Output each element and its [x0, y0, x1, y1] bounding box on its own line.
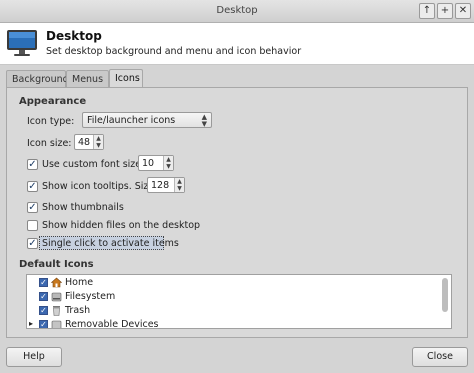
icon-type-select[interactable]: File/launcher icons ▲ ▼: [82, 112, 212, 128]
tooltip-size-spinner[interactable]: 128 ▲ ▼: [147, 177, 185, 193]
icon-type-value: File/launcher icons: [87, 115, 176, 126]
thumbnails-checkbox[interactable]: ✓: [27, 202, 38, 213]
list-item-trash[interactable]: Trash: [65, 305, 90, 316]
filesystem-checkbox[interactable]: ✓: [39, 292, 48, 301]
list-item-home[interactable]: Home: [65, 277, 93, 288]
trash-checkbox[interactable]: ✓: [39, 306, 48, 315]
list-item-removable-devices[interactable]: Removable Devices: [65, 319, 159, 328]
header-subtitle: Set desktop background and menu and icon…: [46, 46, 302, 57]
single-click-checkbox[interactable]: ✓: [27, 238, 38, 249]
spinner-arrows-icon[interactable]: ▲ ▼: [163, 156, 173, 170]
icon-type-label: Icon type:: [27, 116, 75, 127]
icon-size-value: 48: [78, 137, 91, 148]
list-item-filesystem[interactable]: Filesystem: [65, 291, 115, 302]
select-arrows-icon: ▲ ▼: [201, 113, 207, 128]
custom-font-label: Use custom font size:: [42, 159, 145, 170]
window-up-button[interactable]: ↑: [419, 3, 435, 19]
tab-background[interactable]: Background: [6, 70, 69, 88]
window-close-button[interactable]: ✕: [455, 3, 471, 19]
tab-menus[interactable]: Menus: [66, 70, 109, 88]
tooltip-size-value: 128: [151, 180, 170, 191]
single-click-focus[interactable]: Single click to activate items: [39, 236, 179, 250]
header-title: Desktop: [46, 29, 102, 43]
dialog-header: Desktop Set desktop background and menu …: [0, 23, 474, 65]
help-button[interactable]: Help: [6, 347, 62, 367]
title-bar: Desktop ↑ + ✕: [0, 0, 474, 23]
default-icons-section-title: Default Icons: [19, 259, 94, 270]
icons-panel: Appearance Icon type: File/launcher icon…: [6, 87, 468, 338]
window-maximize-button[interactable]: +: [437, 3, 453, 19]
spinner-arrows-icon[interactable]: ▲ ▼: [174, 178, 184, 192]
appearance-section-title: Appearance: [19, 96, 87, 107]
removable-drive-icon: [51, 319, 62, 328]
drive-icon: [51, 291, 62, 302]
hidden-files-checkbox[interactable]: [27, 220, 38, 231]
icon-size-spinner[interactable]: 48 ▲ ▼: [74, 134, 104, 150]
window-title: Desktop: [216, 5, 258, 16]
thumbnails-label: Show thumbnails: [42, 202, 124, 213]
custom-font-size-spinner[interactable]: 10 ▲ ▼: [138, 155, 174, 171]
default-icons-list[interactable]: ✓ Home ✓ Filesystem ✓ Trash ▸ ✓ Removabl…: [26, 274, 452, 329]
tab-icons[interactable]: Icons: [109, 69, 143, 89]
custom-font-size-value: 10: [142, 158, 155, 169]
list-scrollbar[interactable]: [442, 278, 448, 312]
single-click-label: Single click to activate items: [42, 238, 179, 249]
home-checkbox[interactable]: ✓: [39, 278, 48, 287]
custom-font-checkbox[interactable]: ✓: [27, 159, 38, 170]
expander-arrow-icon[interactable]: ▸: [29, 319, 33, 328]
hidden-files-label: Show hidden files on the desktop: [42, 220, 201, 231]
trash-icon: [51, 305, 62, 316]
tooltips-checkbox[interactable]: ✓: [27, 181, 38, 192]
home-icon: [50, 277, 63, 288]
close-button[interactable]: Close: [412, 347, 468, 367]
monitor-icon: [6, 28, 38, 61]
icon-size-label: Icon size:: [27, 138, 72, 149]
spinner-arrows-icon[interactable]: ▲ ▼: [93, 135, 103, 149]
tooltips-label: Show icon tooltips. Size:: [42, 181, 158, 192]
removable-devices-checkbox[interactable]: ✓: [39, 320, 48, 328]
